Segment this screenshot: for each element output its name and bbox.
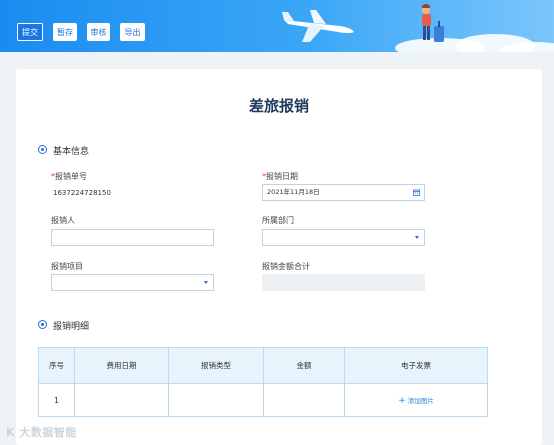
section-icon — [38, 320, 47, 329]
column-header: 费用日期 — [74, 347, 169, 384]
section-icon — [38, 145, 47, 154]
save-draft-button[interactable]: 暂存 — [53, 23, 77, 41]
total-amount-field — [262, 274, 425, 291]
invoice-cell: + 添加图片 — [344, 383, 488, 417]
plus-icon: + — [398, 395, 406, 406]
detail-heading: 报销明细 — [53, 322, 90, 332]
amount-cell[interactable] — [263, 383, 345, 417]
table-header-row: 序号 费用日期 报销类型 金额 电子发票 — [38, 347, 488, 384]
reporter-label: 报销人 — [51, 216, 75, 225]
form-card: 差旅报销 基本信息 *报销单号 1637224728150 *报销日期 2021… — [16, 69, 542, 445]
report-date-label-text: 报销日期 — [266, 172, 298, 181]
column-header: 金额 — [263, 347, 345, 384]
airplane-illustration — [282, 10, 354, 42]
row-index: 1 — [38, 383, 75, 417]
chevron-down-icon — [415, 236, 419, 239]
detail-table: 序号 费用日期 报销类型 金额 电子发票 1 + 添加图片 — [38, 347, 488, 417]
page-title: 差旅报销 — [248, 97, 309, 115]
reporter-input[interactable] — [51, 229, 214, 246]
report-date-picker[interactable]: 2021年11月18日 — [262, 184, 425, 201]
table-row: 1 + 添加图片 — [38, 383, 488, 417]
submit-button[interactable]: 提交 — [17, 23, 43, 41]
department-label: 所属部门 — [262, 216, 294, 225]
report-no-label: *报销单号 — [51, 171, 87, 182]
basic-info-heading: 基本信息 — [53, 147, 90, 157]
add-image-label: 添加图片 — [407, 396, 434, 405]
app-header: 提交 暂存 审核 导出 — [0, 0, 554, 52]
add-image-button[interactable]: + 添加图片 — [398, 395, 434, 406]
watermark-logo: K 大数据智能 — [6, 426, 77, 439]
audit-button[interactable]: 审核 — [87, 23, 110, 41]
expense-date-cell[interactable] — [74, 383, 169, 417]
project-label: 报销项目 — [51, 262, 83, 271]
column-header: 报销类型 — [168, 347, 264, 384]
column-header: 电子发票 — [344, 347, 488, 384]
report-no-label-text: 报销单号 — [55, 172, 87, 181]
export-button[interactable]: 导出 — [120, 23, 145, 41]
column-header: 序号 — [38, 347, 75, 384]
expense-type-cell[interactable] — [168, 383, 264, 417]
department-select[interactable] — [262, 229, 425, 246]
project-select[interactable] — [51, 274, 214, 291]
total-amount-label: 报销金额合计 — [262, 262, 310, 271]
report-no-value: 1637224728150 — [53, 189, 111, 197]
calendar-icon — [413, 189, 420, 196]
report-date-label: *报销日期 — [262, 171, 298, 182]
chevron-down-icon — [204, 281, 208, 284]
report-date-value: 2021年11月18日 — [267, 188, 320, 196]
traveler-illustration — [422, 4, 444, 42]
